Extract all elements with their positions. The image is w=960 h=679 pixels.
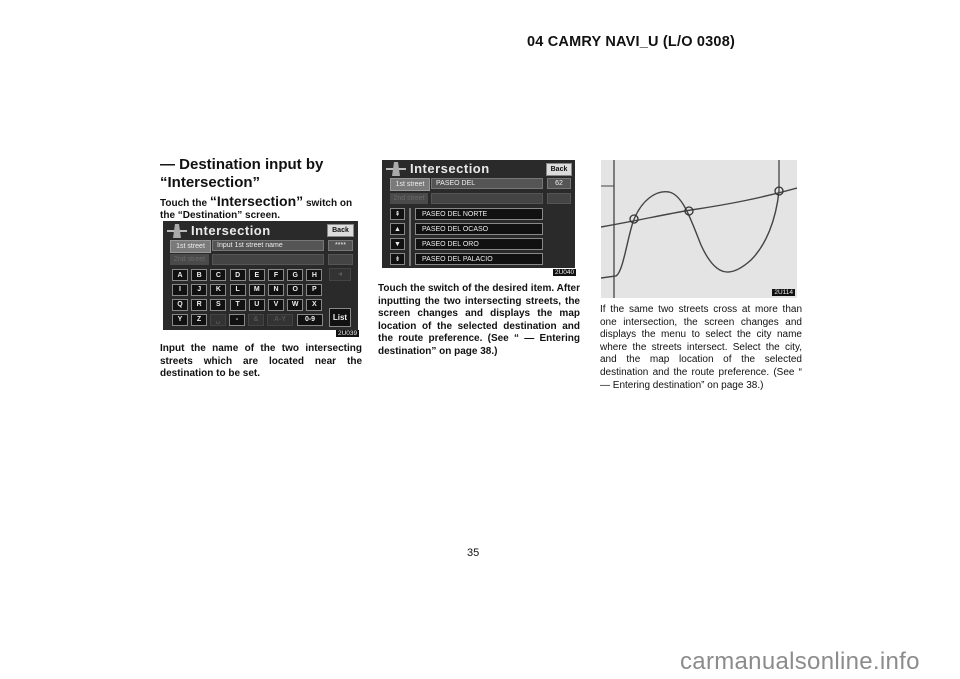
key-a[interactable]: A [172, 269, 188, 281]
street-name-field[interactable]: PASEO DEL [431, 178, 543, 189]
caption-2: Touch the switch of the desired item. Af… [378, 283, 580, 357]
key-h[interactable]: H [306, 269, 323, 281]
second-count [547, 193, 571, 204]
street-list-item[interactable]: PASEO DEL ORO [415, 238, 543, 250]
key-q[interactable]: Q [172, 298, 188, 311]
key-m[interactable]: M [248, 283, 265, 296]
key-d[interactable]: D [229, 269, 246, 281]
key-space[interactable]: ␣ [210, 313, 226, 326]
key-r[interactable]: R [191, 298, 208, 311]
second-street-field[interactable] [431, 193, 543, 204]
key-y[interactable]: Y [172, 313, 188, 326]
intersection-map [600, 160, 798, 298]
intro-text: Touch the “Intersection” switch on the “… [160, 193, 362, 222]
key-g[interactable]: G [287, 269, 304, 281]
street-list-screen: Intersection Back 1st street PASEO DEL 6… [382, 160, 575, 268]
street-list-item[interactable]: PASEO DEL NORTE [415, 208, 543, 220]
intersection-input-screen: Intersection Back 1st street Input 1st s… [163, 221, 358, 330]
caption-1: Input the name of the two intersecting s… [160, 343, 362, 380]
road-icon [386, 162, 406, 176]
match-count: 62 [547, 178, 571, 189]
key-c[interactable]: C [210, 269, 227, 281]
street-list-item[interactable]: PASEO DEL PALACIO [415, 253, 543, 265]
key-n[interactable]: N [268, 283, 284, 296]
map-figure: 2U114 [600, 160, 798, 298]
key-f[interactable]: F [268, 269, 284, 281]
key-a-y[interactable]: A-Y [267, 313, 293, 326]
intro-prefix: Touch the [160, 198, 210, 209]
tab-2nd-street[interactable]: 2nd street [390, 193, 428, 204]
street-curvy [600, 190, 780, 279]
page-up-button[interactable]: ⇞ [390, 208, 405, 220]
caption-3: If the same two streets cross at more th… [600, 304, 802, 391]
figure-code: 2U039 [336, 330, 360, 337]
key-x[interactable]: X [306, 298, 323, 311]
watermark[interactable]: carmanualsonline.info [680, 648, 920, 676]
key-j[interactable]: J [191, 283, 208, 296]
road-icon [167, 224, 187, 238]
key-k[interactable]: K [210, 283, 227, 296]
back-button[interactable]: Back [546, 163, 572, 176]
street-name-field[interactable]: Input 1st street name [212, 240, 324, 251]
key-b[interactable]: B [191, 269, 208, 281]
street-list-item[interactable]: PASEO DEL OCASO [415, 223, 543, 235]
key-o[interactable]: O [287, 283, 304, 296]
key-p[interactable]: P [306, 283, 323, 296]
page-down-button[interactable]: ⇟ [390, 253, 405, 265]
delete-button[interactable]: ◄ [329, 268, 351, 281]
key-0-9[interactable]: 0-9 [297, 313, 323, 326]
back-button[interactable]: Back [327, 224, 354, 237]
key-t[interactable]: T [229, 298, 246, 311]
key-&[interactable]: & [248, 313, 264, 326]
key-v[interactable]: V [268, 298, 284, 311]
match-count: **** [328, 240, 353, 251]
key-l[interactable]: L [229, 283, 246, 296]
figure-code: 2U040 [553, 269, 577, 276]
page-number: 35 [467, 547, 480, 559]
section-title: — Destination input by “Intersection” [160, 156, 324, 191]
key-i[interactable]: I [172, 283, 188, 296]
tab-2nd-street[interactable]: 2nd street [170, 254, 209, 265]
intro-switch-name: “Intersection” [209, 193, 304, 209]
list-button[interactable]: List [329, 308, 351, 327]
tab-1st-street[interactable]: 1st street [170, 240, 211, 253]
key-u[interactable]: U [248, 298, 265, 311]
key-s[interactable]: S [210, 298, 227, 311]
key-w[interactable]: W [287, 298, 304, 311]
scroll-up-button[interactable]: ▲ [390, 223, 405, 235]
key--[interactable]: - [229, 313, 245, 326]
screen-title: Intersection [191, 223, 271, 238]
figure-code: 2U114 [772, 289, 795, 296]
screen-title: Intersection [410, 161, 490, 176]
key-z[interactable]: Z [191, 313, 207, 326]
second-count [328, 254, 353, 265]
scroll-down-button[interactable]: ▼ [390, 238, 405, 250]
scrollbar[interactable] [409, 208, 411, 266]
key-e[interactable]: E [248, 269, 265, 281]
tab-1st-street[interactable]: 1st street [390, 178, 430, 191]
document-header: 04 CAMRY NAVI_U (L/O 0308) [527, 34, 735, 50]
second-street-field[interactable] [212, 254, 324, 265]
